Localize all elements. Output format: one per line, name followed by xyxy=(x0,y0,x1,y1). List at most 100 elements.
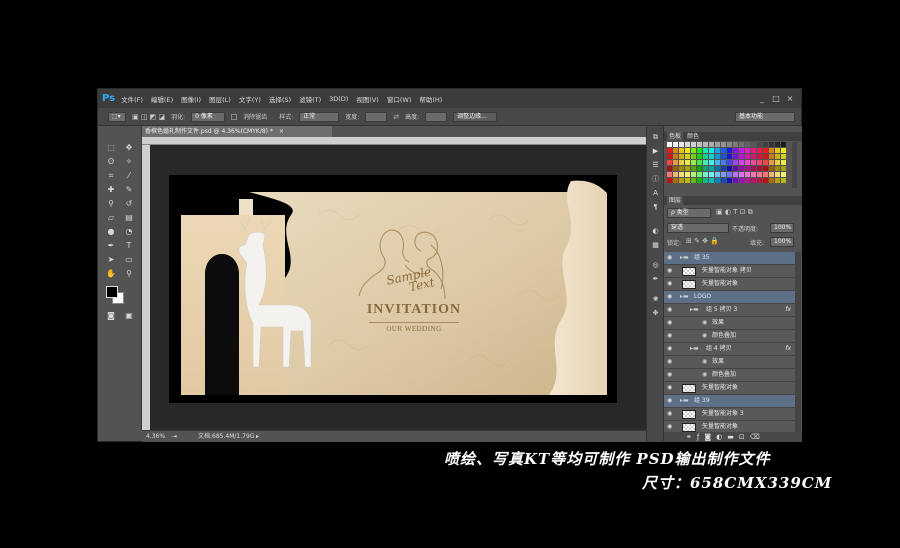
swap-icon[interactable]: ⇄ xyxy=(393,113,399,121)
color-swatch[interactable] xyxy=(739,178,744,183)
color-swatch[interactable] xyxy=(667,154,672,159)
layer-row[interactable]: ◉ 矢量智能对象 拷贝 xyxy=(664,265,795,278)
gradient-tool-icon[interactable]: ▤ xyxy=(122,212,136,224)
color-swatch[interactable] xyxy=(763,154,768,159)
color-swatch[interactable] xyxy=(721,166,726,171)
layer-effect-row[interactable]: ◉ ◉ 效果 xyxy=(664,356,795,369)
color-swatch[interactable] xyxy=(751,160,756,165)
color-swatch[interactable] xyxy=(679,178,684,183)
color-swatch[interactable] xyxy=(679,166,684,171)
visibility-eye-icon[interactable]: ◉ xyxy=(667,382,672,394)
color-swatch[interactable] xyxy=(781,172,786,177)
color-swatch[interactable] xyxy=(715,166,720,171)
color-swatch[interactable] xyxy=(703,160,708,165)
color-swatch[interactable] xyxy=(757,154,762,159)
folder-icon[interactable]: ▸▬ xyxy=(690,304,699,316)
style-select[interactable]: 正常 xyxy=(299,111,340,122)
color-swatch[interactable] xyxy=(751,166,756,171)
color-swatch[interactable] xyxy=(775,178,780,183)
libraries-panel-icon[interactable]: ❀ xyxy=(650,294,661,304)
character-panel-icon[interactable]: A xyxy=(650,188,661,198)
color-swatch[interactable] xyxy=(757,142,762,147)
color-swatch[interactable] xyxy=(769,154,774,159)
color-swatch[interactable] xyxy=(691,148,696,153)
adjustments-panel-icon[interactable]: ◐ xyxy=(650,226,661,236)
menu-layer[interactable]: 图层(L) xyxy=(209,94,231,104)
swatch-scrollbar[interactable] xyxy=(792,142,797,188)
color-swatch[interactable] xyxy=(781,166,786,171)
healing-brush-icon[interactable]: ✚ xyxy=(104,184,118,196)
color-swatch[interactable] xyxy=(781,154,786,159)
layer-effect-row[interactable]: ◉ ◉ 效果 xyxy=(664,317,795,330)
close-button[interactable]: × xyxy=(783,94,797,103)
zoom-tool-icon[interactable]: ⚲ xyxy=(122,268,136,280)
layer-row[interactable]: ◉ 矢量智能对象 xyxy=(664,278,795,291)
color-swatch[interactable] xyxy=(709,178,714,183)
layer-row[interactable]: ◉ 矢量智能对象 xyxy=(664,421,795,432)
zoom-level[interactable]: 4.36% xyxy=(146,431,165,442)
eyedropper-icon[interactable]: ⁄ xyxy=(122,170,136,182)
color-swatch[interactable] xyxy=(739,160,744,165)
color-swatch[interactable] xyxy=(721,160,726,165)
color-swatch[interactable] xyxy=(709,142,714,147)
effect-eye-icon[interactable]: ◉ xyxy=(702,369,707,381)
clone-stamp-icon[interactable]: ⚲ xyxy=(104,198,118,210)
color-swatch[interactable] xyxy=(703,154,708,159)
color-swatch[interactable] xyxy=(739,142,744,147)
document-tab[interactable]: 香槟色婚礼制作文件.psd @ 4.36%(CMYK/8) * × xyxy=(142,126,332,137)
antialias-checkbox[interactable] xyxy=(231,113,238,120)
color-swatch[interactable] xyxy=(679,172,684,177)
color-swatch[interactable] xyxy=(727,178,732,183)
color-swatch[interactable] xyxy=(685,166,690,171)
tools-panel-icon[interactable]: ✥ xyxy=(650,308,661,318)
color-swatch[interactable] xyxy=(715,148,720,153)
layer-group-row[interactable]: ◉ ▸▬ LOGO xyxy=(664,291,795,304)
visibility-eye-icon[interactable]: ◉ xyxy=(667,317,672,329)
layer-group-row[interactable]: ◉ ▸▬ 组 39 xyxy=(664,395,795,408)
color-swatch[interactable] xyxy=(715,178,720,183)
opacity-input[interactable]: 100% xyxy=(770,223,794,233)
feather-input[interactable]: 0 像素 xyxy=(191,111,226,122)
tab-layers[interactable]: 图层 xyxy=(667,196,684,205)
actions-panel-icon[interactable]: ▶ xyxy=(650,146,661,156)
color-swatch[interactable] xyxy=(763,178,768,183)
color-swatch[interactable] xyxy=(673,154,678,159)
filter-icons[interactable]: ▣ ◐ T ⊡ ⧉ xyxy=(716,208,753,217)
color-swatch[interactable] xyxy=(697,178,702,183)
visibility-eye-icon[interactable]: ◉ xyxy=(667,330,672,342)
folder-icon[interactable]: ▸▬ xyxy=(680,252,689,264)
mask-icon[interactable]: ◙ xyxy=(704,433,716,441)
color-swatch[interactable] xyxy=(685,160,690,165)
color-swatch[interactable] xyxy=(667,148,672,153)
color-swatch[interactable] xyxy=(745,166,750,171)
layer-group-row[interactable]: ◉ ▸▬ 组 35 xyxy=(664,252,795,265)
color-swatch[interactable] xyxy=(691,166,696,171)
color-swatch[interactable] xyxy=(673,178,678,183)
link-layers-icon[interactable]: ⚭ xyxy=(686,433,697,441)
color-swatch[interactable] xyxy=(691,154,696,159)
color-swatch[interactable] xyxy=(727,154,732,159)
color-swatch[interactable] xyxy=(685,142,690,147)
swatch-grid[interactable] xyxy=(667,142,789,188)
color-swatch[interactable] xyxy=(727,148,732,153)
visibility-eye-icon[interactable]: ◉ xyxy=(667,304,672,316)
channels-panel-icon[interactable]: ◎ xyxy=(650,260,661,270)
export-icon[interactable]: ⇥ xyxy=(172,431,177,442)
properties-panel-icon[interactable]: ☰ xyxy=(650,160,661,170)
type-tool-icon[interactable]: T xyxy=(122,240,136,252)
workspace-select[interactable]: 基本功能 xyxy=(735,111,795,122)
fill-input[interactable]: 100% xyxy=(770,237,794,247)
color-swatch[interactable] xyxy=(685,178,690,183)
color-swatch[interactable] xyxy=(727,160,732,165)
color-swatch[interactable] xyxy=(763,142,768,147)
color-swatch[interactable] xyxy=(685,148,690,153)
effect-eye-icon[interactable]: ◉ xyxy=(702,330,707,342)
color-swatch[interactable] xyxy=(745,160,750,165)
color-swatch[interactable] xyxy=(709,154,714,159)
color-swatch[interactable] xyxy=(685,172,690,177)
color-swatch[interactable] xyxy=(775,142,780,147)
color-swatch[interactable] xyxy=(667,172,672,177)
layer-filter-select[interactable]: ρ 类型 xyxy=(667,208,711,218)
screen-mode-icon[interactable]: ▣ xyxy=(122,310,136,322)
color-swatch[interactable] xyxy=(721,178,726,183)
